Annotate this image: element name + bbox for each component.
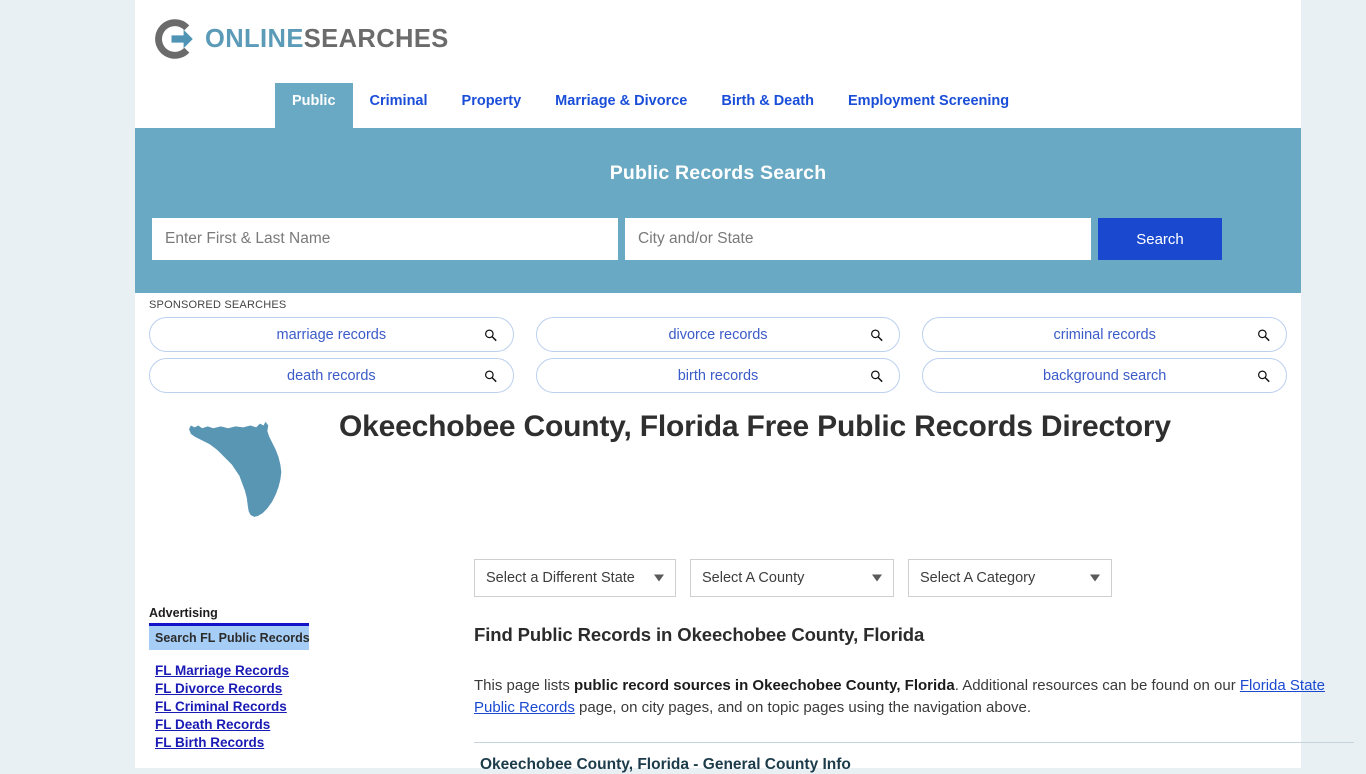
site-header: ONLINESEARCHES (135, 0, 1301, 83)
pill-label: marriage records (276, 326, 387, 343)
state-select-value: Select a Different State (486, 570, 635, 586)
chevron-down-icon (1090, 574, 1100, 582)
sponsored-pill-birth-records[interactable]: birth records (535, 358, 901, 393)
sidebar-link-fl-death-records[interactable]: FL Death Records (149, 715, 309, 733)
sponsored-searches: SPONSORED SEARCHES marriage records divo… (135, 293, 1301, 399)
sponsored-pill-marriage-records[interactable]: marriage records (149, 317, 514, 352)
advertising-sidebar: Advertising Search FL Public Records FL … (149, 606, 310, 751)
chevron-down-icon (872, 574, 882, 582)
circle-arrow-logo-icon (155, 19, 193, 59)
page-title-block: Okeechobee County, Florida Free Public R… (135, 408, 1301, 517)
search-button[interactable]: Search (1098, 218, 1222, 260)
content-divider (474, 742, 1354, 744)
advertising-label: Advertising (149, 606, 218, 620)
logo-word-searches: SEARCHES (303, 24, 449, 53)
sidebar-link-fl-criminal-records[interactable]: FL Criminal Records (149, 697, 309, 715)
hero-search-banner: Public Records Search Search (135, 128, 1301, 293)
chevron-down-icon (654, 574, 664, 582)
site-logo[interactable]: ONLINESEARCHES (152, 16, 449, 62)
pill-label: death records (287, 367, 376, 384)
advertising-links: FL Marriage Records FL Divorce Records F… (149, 661, 309, 751)
search-icon (871, 329, 884, 341)
sponsored-pill-divorce-records[interactable]: divorce records (535, 317, 901, 352)
sponsored-searches-label: SPONSORED SEARCHES (149, 299, 287, 311)
para-mid: . Additional resources can be found on o… (954, 677, 1240, 694)
main-paragraph: This page lists public record sources in… (474, 675, 1354, 719)
search-icon (1258, 370, 1270, 382)
primary-nav: Public Criminal Property Marriage & Divo… (135, 83, 1301, 128)
category-select[interactable]: Select A Category (908, 559, 1112, 597)
florida-state-map-icon (189, 421, 282, 517)
ad-search-fl-public-records[interactable]: Search FL Public Records (149, 626, 310, 650)
logo-wordmark: ONLINESEARCHES (205, 25, 449, 54)
tab-marriage-divorce[interactable]: Marriage & Divorce (538, 83, 704, 121)
para-lead: This page lists (474, 677, 575, 694)
general-county-info-heading: Okeechobee County, Florida - General Cou… (480, 756, 851, 774)
state-select[interactable]: Select a Different State (474, 559, 676, 597)
logo-word-online: ONLINE (205, 24, 304, 53)
sponsored-pill-background-search[interactable]: background search (922, 358, 1288, 393)
page-container: ONLINESEARCHES Public Criminal Property … (135, 0, 1354, 773)
search-icon (484, 370, 497, 382)
tab-birth-death[interactable]: Birth & Death (704, 83, 831, 121)
search-icon (1258, 329, 1270, 341)
tab-employment-screening[interactable]: Employment Screening (831, 83, 1026, 121)
pill-label: divorce records (668, 326, 768, 343)
sponsored-row-1: marriage records divorce records crimina… (149, 317, 1288, 352)
county-select[interactable]: Select A County (690, 559, 894, 597)
tab-property[interactable]: Property (445, 83, 539, 121)
sidebar-link-fl-marriage-records[interactable]: FL Marriage Records (149, 661, 309, 679)
hero-title: Public Records Search (609, 162, 827, 184)
main-content: Find Public Records in Okeechobee County… (474, 624, 1354, 774)
search-form: Search (152, 218, 1232, 260)
sponsored-pill-criminal-records[interactable]: criminal records (922, 317, 1288, 352)
county-select-value: Select A County (702, 570, 805, 586)
page-title: Okeechobee County, Florida Free Public R… (339, 410, 1171, 443)
pill-label: criminal records (1053, 326, 1156, 343)
para-bold: public record sources in Okeechobee Coun… (574, 677, 955, 694)
sidebar-link-fl-birth-records[interactable]: FL Birth Records (149, 733, 309, 751)
tab-public[interactable]: Public (275, 83, 353, 128)
sidebar-link-fl-divorce-records[interactable]: FL Divorce Records (149, 679, 309, 697)
name-search-input[interactable] (152, 218, 618, 260)
sponsored-pill-death-records[interactable]: death records (149, 358, 514, 393)
main-heading: Find Public Records in Okeechobee County… (474, 624, 925, 645)
pill-label: background search (1043, 367, 1167, 384)
sponsored-row-2: death records birth records background s… (149, 358, 1288, 393)
tab-criminal[interactable]: Criminal (353, 83, 445, 121)
search-icon (484, 329, 497, 341)
category-select-value: Select A Category (920, 570, 1036, 586)
para-tail: page, on city pages, and on topic pages … (574, 699, 1032, 717)
city-state-search-input[interactable] (625, 218, 1091, 260)
filter-selects: Select a Different State Select A County… (474, 559, 1112, 597)
search-icon (871, 370, 884, 382)
pill-label: birth records (677, 367, 759, 384)
